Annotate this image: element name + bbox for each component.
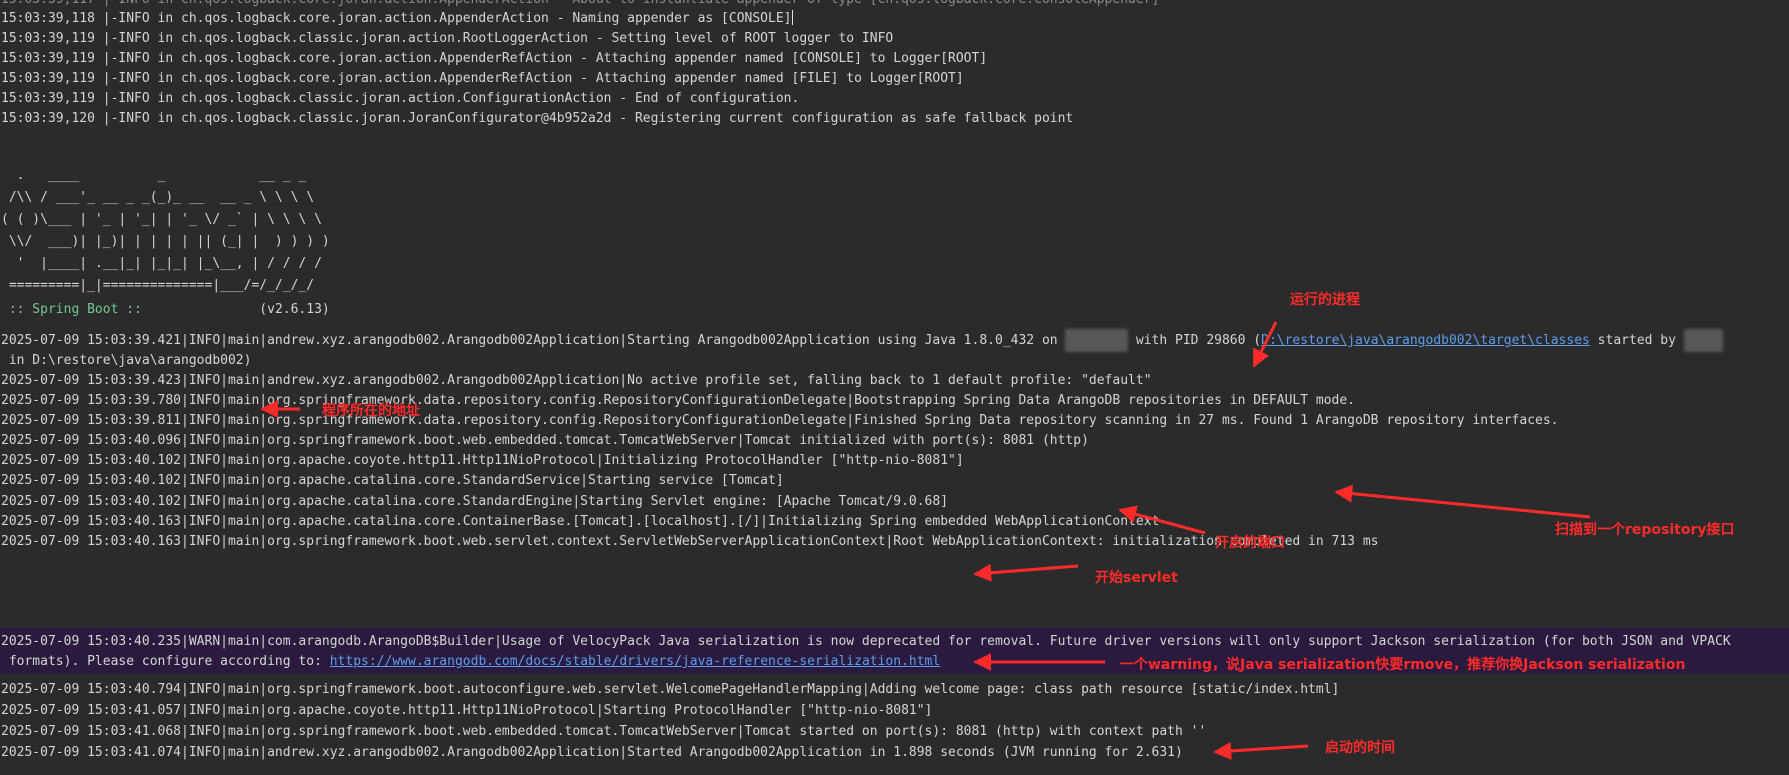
log-text: started by [1589,333,1684,348]
redacted-hostname: ######## [1065,329,1129,352]
log-line-warn-wrap: formats). Please configure according to:… [1,650,940,673]
log-line: 2025-07-09 15:03:41.074|INFO|main|andrew… [1,745,1183,760]
log-line: 2025-07-09 15:03:40.163|INFO|main|org.sp… [1,534,1379,549]
spring-version-text: (v2.6.13) [149,302,330,317]
annotation-servlet: 开始servlet [1095,570,1178,586]
log-line: 2025-07-09 15:03:41.068|INFO|main|org.sp… [1,724,1207,739]
spring-banner-line: ' |____| .__|_| |_|_| |_\__, | / / / / [1,256,322,271]
spring-boot-tag: :: Spring Boot :: [1,302,150,317]
log-line-text: 15:03:39,118 |-INFO in ch.qos.logback.co… [1,11,792,26]
spring-boot-version: :: Spring Boot :: (v2.6.13) [1,298,330,321]
spring-banner-line: \\/ ___)| |_)| | | | | || (_| | ) ) ) ) [1,234,330,249]
spring-banner-line: /\\ / ___'_ __ _ _(_)_ __ __ _ \ \ \ \ [1,190,315,205]
text-caret [791,10,793,25]
annotation-repository: 扫描到一个repository接口 [1555,522,1735,538]
spring-banner-line: =========|_|==============|___/=/_/_/_/ [1,278,315,293]
log-text: with PID 29860 ( [1128,333,1262,348]
log-text: formats). Please configure according to: [1,654,330,669]
annotation-port: 开启的端口 [1215,535,1285,551]
redacted-username: ##### [1683,329,1723,352]
log-text: 2025-07-09 15:03:39.421|INFO|main|andrew… [1,333,1066,348]
log-line: 2025-07-09 15:03:41.057|INFO|main|org.ap… [1,703,933,718]
log-line: 2025-07-09 15:03:40.794|INFO|main|org.sp… [1,682,1340,697]
annotation-process: 运行的进程 [1290,292,1360,308]
spring-banner-line: ( ( )\___ | '_ | '_| | '_ \/ _` | \ \ \ … [1,212,322,227]
annotation-location: 程序所在的地址 [322,403,420,419]
log-line: 2025-07-09 15:03:40.102|INFO|main|org.ap… [1,473,784,488]
annotation-warning: 一个warning，说Java serialization快要rmove，推荐你… [1120,657,1686,673]
classes-path-link[interactable]: D:\restore\java\arangodb002\target\class… [1261,333,1590,348]
spring-banner-line: . ____ _ __ _ _ [1,168,307,183]
serialization-docs-link[interactable]: https://www.arangodb.com/docs/stable/dri… [330,654,940,669]
log-line-start: 2025-07-09 15:03:39.421|INFO|main|andrew… [1,329,1723,352]
annotation-time: 启动的时间 [1325,740,1395,756]
log-line: 15:03:39,120 |-INFO in ch.qos.logback.cl… [1,111,1074,126]
